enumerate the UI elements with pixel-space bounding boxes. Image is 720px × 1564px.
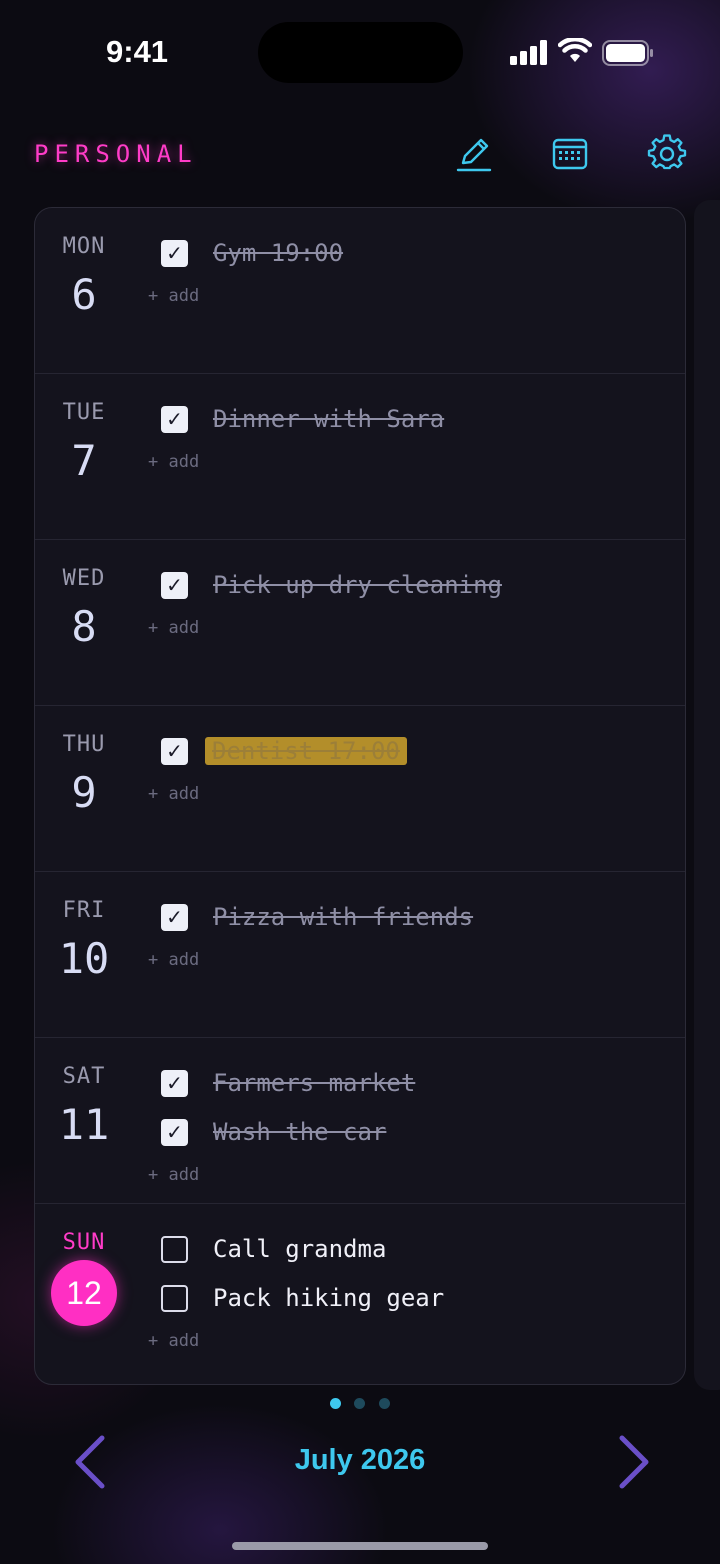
task-item[interactable]: ✓ Dentist 17:00: [161, 734, 661, 770]
day-number: 6: [71, 270, 97, 319]
checkbox-checked[interactable]: ✓: [161, 738, 188, 765]
task-label[interactable]: Wash the car: [213, 1118, 386, 1146]
task-label[interactable]: Farmers market: [213, 1069, 415, 1097]
day-row-mon: MON 6 ✓ Gym 19:00 + add: [35, 208, 685, 374]
task-item[interactable]: ✓ Pizza with friends: [161, 900, 661, 936]
add-task-button[interactable]: + add: [148, 1331, 199, 1351]
day-of-week: FRI: [62, 898, 106, 923]
task-item[interactable]: ✓ Pick up dry cleaning: [161, 568, 661, 604]
task-item[interactable]: Pack hiking gear: [161, 1281, 661, 1317]
checkbox-checked[interactable]: ✓: [161, 904, 188, 931]
calendar-button[interactable]: [550, 134, 590, 174]
app-header: PERSONAL: [0, 120, 720, 190]
home-indicator[interactable]: [232, 1542, 488, 1550]
task-label[interactable]: Gym 19:00: [213, 239, 343, 267]
day-number: 9: [71, 768, 97, 817]
add-task-button[interactable]: + add: [148, 784, 199, 804]
task-label[interactable]: Pizza with friends: [213, 903, 473, 931]
dynamic-island: [258, 22, 463, 83]
list-title[interactable]: PERSONAL: [34, 140, 198, 168]
battery-icon: [602, 40, 653, 66]
checkbox-checked[interactable]: ✓: [161, 240, 188, 267]
task-label[interactable]: Pick up dry cleaning: [213, 571, 502, 599]
day-number: 10: [58, 934, 110, 983]
settings-button[interactable]: [647, 134, 687, 174]
day-row-thu: THU 9 ✓ Dentist 17:00 + add: [35, 706, 685, 872]
task-item[interactable]: ✓ Farmers market: [161, 1066, 661, 1102]
day-of-week: SUN: [62, 1230, 106, 1255]
today-badge: 12: [51, 1260, 117, 1326]
wifi-icon: [558, 38, 592, 62]
pencil-icon: [456, 138, 492, 172]
day-of-week: MON: [62, 234, 106, 259]
day-of-week: THU: [62, 732, 106, 757]
add-task-button[interactable]: + add: [148, 452, 199, 472]
checkbox-checked[interactable]: ✓: [161, 406, 188, 433]
checkbox-checked[interactable]: ✓: [161, 572, 188, 599]
next-week-card-peek[interactable]: [694, 200, 720, 1390]
day-of-week: WED: [62, 566, 106, 591]
task-label-highlighted[interactable]: Dentist 17:00: [205, 737, 407, 765]
add-task-button[interactable]: + add: [148, 286, 199, 306]
day-of-week: SAT: [62, 1064, 106, 1089]
task-label[interactable]: Pack hiking gear: [213, 1284, 444, 1312]
day-of-week: TUE: [62, 400, 106, 425]
status-bar: 9:41: [0, 0, 720, 110]
task-label[interactable]: Call grandma: [213, 1235, 386, 1263]
add-task-button[interactable]: + add: [148, 1165, 199, 1185]
task-item[interactable]: ✓ Dinner with Sara: [161, 402, 661, 438]
page-dot[interactable]: [379, 1398, 390, 1409]
task-item[interactable]: ✓ Wash the car: [161, 1115, 661, 1151]
page-dot-active[interactable]: [330, 1398, 341, 1409]
add-task-button[interactable]: + add: [148, 618, 199, 638]
calendar-icon: [552, 138, 588, 170]
day-number: 7: [71, 436, 97, 485]
add-task-button[interactable]: + add: [148, 950, 199, 970]
edit-button[interactable]: [454, 134, 494, 174]
day-row-sat: SAT 11 ✓ Farmers market ✓ Wash the car +…: [35, 1038, 685, 1204]
checkbox-unchecked[interactable]: [161, 1285, 188, 1312]
task-item[interactable]: ✓ Gym 19:00: [161, 236, 661, 272]
task-item[interactable]: Call grandma: [161, 1232, 661, 1268]
day-row-sun-today: SUN 12 Call grandma Pack hiking gear + a…: [35, 1204, 685, 1384]
day-row-wed: WED 8 ✓ Pick up dry cleaning + add: [35, 540, 685, 706]
day-number: 8: [71, 602, 97, 651]
checkbox-unchecked[interactable]: [161, 1236, 188, 1263]
day-row-tue: TUE 7 ✓ Dinner with Sara + add: [35, 374, 685, 540]
page-dot[interactable]: [354, 1398, 365, 1409]
cellular-signal-icon: [510, 40, 547, 65]
chevron-right-icon[interactable]: [612, 1434, 652, 1490]
task-label[interactable]: Dinner with Sara: [213, 405, 444, 433]
checkbox-checked[interactable]: ✓: [161, 1070, 188, 1097]
checkbox-checked[interactable]: ✓: [161, 1119, 188, 1146]
gear-icon: [647, 134, 687, 170]
week-card: MON 6 ✓ Gym 19:00 + add TUE 7 ✓ Dinner w…: [34, 207, 686, 1385]
day-row-fri: FRI 10 ✓ Pizza with friends + add: [35, 872, 685, 1038]
status-time: 9:41: [106, 34, 169, 69]
day-number: 11: [58, 1100, 110, 1149]
